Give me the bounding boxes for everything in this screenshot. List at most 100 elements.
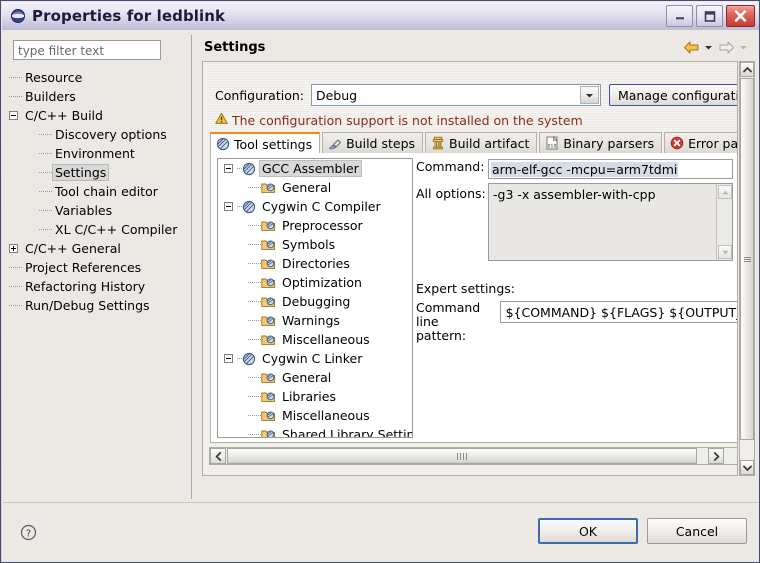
tool-tree-item-label: Preprocessor xyxy=(282,218,363,233)
tool-tree-item[interactable]: Warnings xyxy=(218,311,412,330)
tab-build-steps[interactable]: Build steps xyxy=(322,132,424,153)
horizontal-scroll-thumb[interactable] xyxy=(227,448,697,464)
nav-tree-item[interactable]: Run/Debug Settings xyxy=(7,296,193,315)
tab-binary-parsers[interactable]: 010 Binary parsers xyxy=(539,132,663,153)
tool-tree-item[interactable]: GCC Assembler xyxy=(218,159,412,178)
settings-tab-bar[interactable]: Tool settings Build steps Build artifact 01… xyxy=(210,132,737,154)
cancel-button[interactable]: Cancel xyxy=(647,518,747,544)
tool-tree[interactable]: GCC Assembler General Cygwin C Compiler Pre… xyxy=(217,158,413,438)
page-title: Settings xyxy=(204,40,266,55)
command-line-pattern-row: Command line pattern: ${COMMAND} ${FLAGS… xyxy=(416,301,737,343)
tool-tree-item-label: GCC Assembler xyxy=(259,160,362,177)
tool-tree-item[interactable]: General xyxy=(218,178,412,197)
ok-button[interactable]: OK xyxy=(538,518,638,544)
scroll-left-icon[interactable] xyxy=(210,448,226,464)
back-history-chevron-down-icon[interactable] xyxy=(703,38,714,56)
tree-guide-line xyxy=(248,396,261,397)
nav-tree-item[interactable]: Builders xyxy=(7,87,193,106)
nav-tree-item[interactable]: XL C/C++ Compiler xyxy=(7,220,193,239)
settings-nav-tree[interactable]: Resource Builders C/C++ Build Discovery opt… xyxy=(7,68,193,498)
nav-tree-item-label: Variables xyxy=(55,203,113,218)
tree-expander-icon[interactable] xyxy=(224,164,233,173)
nav-tree-item[interactable]: Resource xyxy=(7,68,193,87)
warning-text: The configuration support is not install… xyxy=(232,112,583,128)
forward-history-chevron-down-icon xyxy=(738,38,749,56)
scroll-up-icon[interactable] xyxy=(718,185,732,199)
tool-tree-item[interactable]: Debugging xyxy=(218,292,412,311)
tool-tree-item[interactable]: Miscellaneous xyxy=(218,406,412,425)
nav-tree-item-label: XL C/C++ Compiler xyxy=(55,222,178,237)
chevron-down-icon[interactable] xyxy=(579,86,599,104)
command-input[interactable]: arm-elf-gcc -mcpu=arm7tdmi xyxy=(488,159,733,179)
scroll-up-icon[interactable] xyxy=(740,62,754,77)
back-arrow-icon[interactable] xyxy=(681,38,701,56)
tool-tree-item[interactable]: Miscellaneous xyxy=(218,330,412,349)
tool-tree-item[interactable]: Cygwin C Linker xyxy=(218,349,412,368)
tab-label: Build artifact xyxy=(449,135,530,151)
tree-guide-line xyxy=(248,244,261,245)
tool-tree-item-label: Cygwin C Compiler xyxy=(262,199,381,214)
tab-error-parsers[interactable]: Error parsers xyxy=(664,132,737,153)
nav-tree-item[interactable]: Settings xyxy=(7,163,193,182)
all-options-textarea: -g3 -x assembler-with-cpp xyxy=(488,183,733,261)
close-button[interactable] xyxy=(726,5,755,27)
nav-tree-item-label: Builders xyxy=(25,89,76,104)
nav-tree-item[interactable]: Environment xyxy=(7,144,193,163)
scroll-down-icon[interactable] xyxy=(740,460,754,475)
nav-tree-item-label: Settings xyxy=(52,164,110,181)
filter-input[interactable] xyxy=(13,40,161,60)
minimize-button[interactable] xyxy=(666,5,693,27)
nav-tree-item[interactable]: Discovery options xyxy=(7,125,193,144)
folder-icon xyxy=(261,428,276,437)
tab-build-artifact[interactable]: Build artifact xyxy=(425,132,538,153)
all-options-scrollbar[interactable] xyxy=(716,184,732,260)
scroll-down-icon[interactable] xyxy=(718,245,732,259)
folder-icon xyxy=(261,390,276,403)
dialog-body: Resource Builders C/C++ Build Discovery opt… xyxy=(2,30,759,562)
tree-expander-icon[interactable] xyxy=(224,354,233,363)
tool-tree-item[interactable]: Preprocessor xyxy=(218,216,412,235)
folder-icon xyxy=(261,371,276,384)
nav-tree-item-label: Tool chain editor xyxy=(55,184,158,199)
command-row: Command: arm-elf-gcc -mcpu=arm7tdmi xyxy=(416,159,737,179)
tool-tree-item[interactable]: Directories xyxy=(218,254,412,273)
command-line-pattern-label: Command line pattern: xyxy=(416,301,492,343)
vertical-scroll-thumb[interactable] xyxy=(740,78,754,440)
tool-tree-item[interactable]: General xyxy=(218,368,412,387)
pane-divider[interactable] xyxy=(188,35,196,499)
tool-tree-item[interactable]: Libraries xyxy=(218,387,412,406)
command-line-pattern-input[interactable]: ${COMMAND} ${FLAGS} ${OUTPUT_FLAG} xyxy=(499,301,737,323)
horizontal-scrollbar[interactable] xyxy=(209,447,737,465)
tool-tree-item[interactable]: Optimization xyxy=(218,273,412,292)
tree-expander-icon[interactable] xyxy=(224,202,233,211)
nav-tree-item[interactable]: Tool chain editor xyxy=(7,182,193,201)
tool-tree-item-label: Miscellaneous xyxy=(282,408,370,423)
nav-tree-item[interactable]: Refactoring History xyxy=(7,277,193,296)
nav-tree-item-label: Resource xyxy=(25,70,83,85)
scroll-right-icon[interactable] xyxy=(708,448,724,464)
tool-tree-item[interactable]: Cygwin C Compiler xyxy=(218,197,412,216)
error-parsers-icon xyxy=(670,136,684,150)
tree-guide-line xyxy=(248,434,261,435)
configuration-select[interactable]: Debug xyxy=(310,84,601,106)
tree-expander-icon[interactable] xyxy=(9,111,18,120)
nav-tree-item[interactable]: C/C++ General xyxy=(7,239,193,258)
tab-label: Binary parsers xyxy=(563,135,655,151)
nav-tree-item[interactable]: Project References xyxy=(7,258,193,277)
title-bar: Properties for ledblink xyxy=(2,2,759,30)
tree-guide-line xyxy=(39,134,52,135)
help-question-icon[interactable]: ? xyxy=(20,524,37,544)
tree-expander-icon[interactable] xyxy=(9,244,18,253)
nav-tree-item[interactable]: C/C++ Build xyxy=(7,106,193,125)
maximize-button[interactable] xyxy=(696,5,723,27)
vertical-scrollbar[interactable] xyxy=(739,61,755,476)
manage-configurations-button[interactable]: Manage configurations... xyxy=(608,84,737,106)
tool-tree-item[interactable]: Shared Library Settings xyxy=(218,425,412,437)
folder-icon xyxy=(261,238,276,251)
nav-tree-item-label: Run/Debug Settings xyxy=(25,298,150,313)
tab-tool-settings[interactable]: Tool settings xyxy=(210,132,321,154)
tool-tree-item-label: Miscellaneous xyxy=(282,332,370,347)
tool-tree-item-label: Libraries xyxy=(282,389,336,404)
nav-tree-item[interactable]: Variables xyxy=(7,201,193,220)
tool-tree-item[interactable]: Symbols xyxy=(218,235,412,254)
